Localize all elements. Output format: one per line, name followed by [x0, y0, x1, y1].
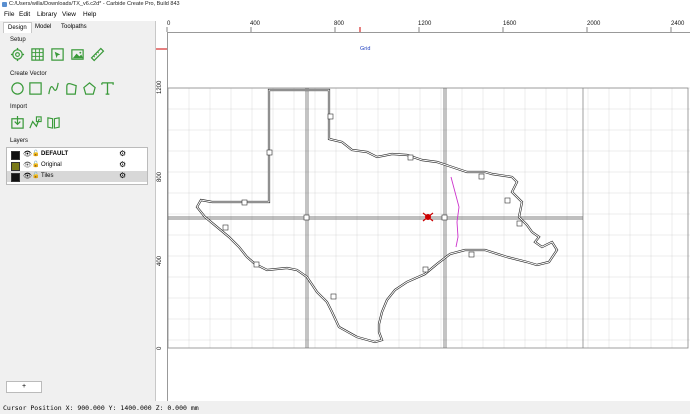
layer-row-default[interactable]: 👁 🔓 DEFAULT ⚙	[7, 149, 147, 160]
layers-list: 👁 🔓 DEFAULT ⚙ 👁 🔓 Original ⚙ 👁 🔓 Tiles ⚙	[6, 147, 148, 185]
layer-row-original[interactable]: 👁 🔓 Original ⚙	[7, 160, 147, 171]
layer-name: Original	[41, 162, 62, 168]
tab-design[interactable]: Design	[3, 22, 32, 33]
lock-icon[interactable]: 🔓	[32, 172, 39, 179]
left-panel: Design Model Toolpaths Setup Create Vect…	[0, 21, 156, 401]
section-setup-label: Setup	[10, 37, 26, 43]
menu-view[interactable]: View	[62, 11, 76, 18]
job-setup-icon[interactable]	[10, 47, 25, 62]
selected-path	[450, 176, 460, 248]
window-title: C:/Users/willa/Downloads/TX_v6.c2d* - Ca…	[9, 1, 180, 7]
text-tool-icon[interactable]	[100, 81, 115, 96]
gear-icon[interactable]: ⚙	[119, 149, 126, 158]
layer-color-swatch[interactable]	[11, 151, 20, 160]
add-layer-button[interactable]: +	[6, 381, 42, 393]
curve-tool-icon[interactable]	[46, 81, 61, 96]
layer-color-swatch[interactable]	[11, 162, 20, 171]
library-book-icon[interactable]	[46, 115, 61, 130]
grid-label: Grid	[360, 46, 371, 52]
eye-icon[interactable]: 👁	[23, 172, 32, 180]
texas-outline	[195, 88, 559, 344]
section-create-vector-label: Create Vector	[10, 71, 47, 77]
canvas-drawing	[167, 87, 690, 349]
gear-icon[interactable]: ⚙	[119, 171, 126, 180]
lock-icon[interactable]: 🔓	[32, 161, 39, 168]
tab-toolpaths[interactable]: Toolpaths	[57, 22, 91, 32]
import-image-icon[interactable]	[28, 115, 43, 130]
circle-tool-icon[interactable]	[10, 81, 25, 96]
rectangle-tool-icon[interactable]	[28, 81, 43, 96]
app-icon	[2, 2, 7, 7]
lock-icon[interactable]: 🔓	[32, 150, 39, 157]
section-import-label: Import	[10, 104, 28, 110]
select-tool-icon[interactable]	[50, 47, 65, 62]
menu-edit[interactable]: Edit	[19, 11, 30, 18]
layer-color-swatch[interactable]	[11, 173, 20, 182]
polygon-tool-icon[interactable]	[82, 81, 97, 96]
import-vector-icon[interactable]	[10, 115, 25, 130]
grid-icon[interactable]	[30, 47, 45, 62]
menu-help[interactable]: Help	[83, 11, 96, 18]
section-layers-label: Layers	[10, 138, 29, 144]
tab-markers	[222, 113, 523, 300]
menu-bar: File Edit Library View Help	[0, 10, 690, 21]
title-bar: C:/Users/willa/Downloads/TX_v6.c2d* - Ca…	[0, 0, 690, 10]
eye-hidden-icon[interactable]: 👁	[23, 161, 32, 169]
cursor-position-readout: Cursor Position X: 900.000 Y: 1400.000 Z…	[3, 404, 199, 412]
measure-icon[interactable]	[90, 47, 105, 62]
gear-icon[interactable]: ⚙	[119, 160, 126, 169]
layer-row-tiles[interactable]: 👁 🔓 Tiles ⚙	[7, 171, 147, 182]
status-bar: Cursor Position X: 900.000 Y: 1400.000 Z…	[0, 401, 690, 414]
eye-icon[interactable]: 👁	[23, 150, 32, 158]
menu-file[interactable]: File	[4, 11, 14, 18]
layer-name: DEFAULT	[41, 151, 69, 157]
layer-name: Tiles	[41, 173, 54, 179]
menu-library[interactable]: Library	[37, 11, 57, 18]
image-icon[interactable]	[70, 47, 85, 62]
tab-model[interactable]: Model	[31, 22, 55, 32]
polyline-tool-icon[interactable]	[64, 81, 79, 96]
